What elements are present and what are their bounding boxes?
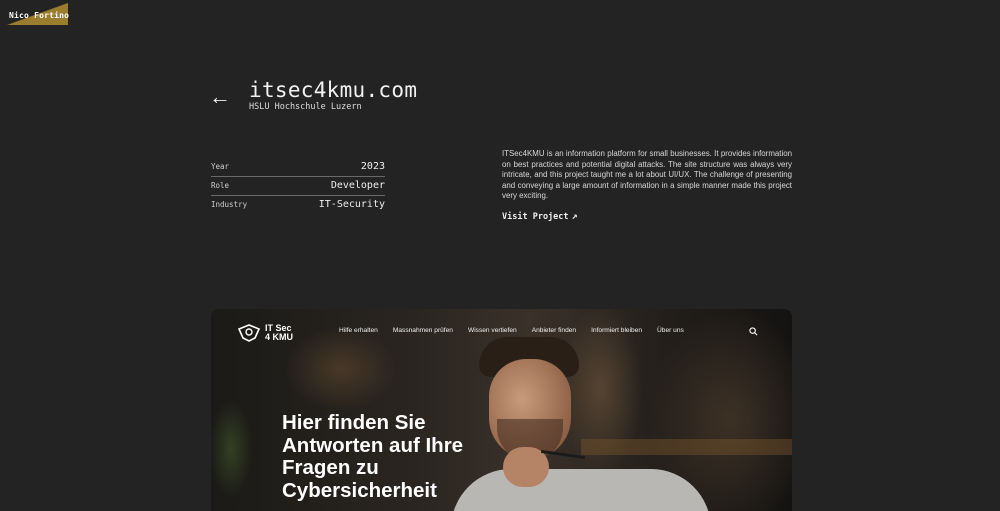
search-icon: [749, 327, 758, 336]
site-logo[interactable]: Nico Fortino: [7, 3, 70, 25]
preview-nav-item: Massnahmen prüfen: [392, 327, 453, 334]
preview-nav-item: Über uns: [657, 327, 684, 334]
meta-value: 2023: [360, 161, 385, 172]
meta-row-industry: Industry IT-Security: [211, 196, 385, 215]
project-meta: Year 2023 Role Developer Industry IT-Sec…: [211, 158, 385, 215]
meta-value: IT-Security: [318, 199, 385, 210]
project-preview-image: IT Sec 4 KMU Hilfe erhalten Massnahmen p…: [211, 309, 792, 511]
preview-site-name-2: 4 KMU: [265, 332, 294, 342]
meta-label: Year: [211, 162, 230, 171]
preview-hero-heading: Hier finden Sie Antworten auf Ihre Frage…: [282, 411, 522, 502]
preview-nav: Hilfe erhalten Massnahmen prüfen Wissen …: [339, 327, 684, 334]
hero-line: Hier finden Sie: [282, 411, 426, 434]
project-description: ITSec4KMU is an information platform for…: [502, 149, 792, 201]
preview-site-logo: IT Sec 4 KMU: [237, 323, 293, 343]
shield-icon: [237, 324, 261, 342]
plant-decoration: [211, 349, 281, 511]
hero-line: Cybersicherheit: [282, 478, 437, 502]
arrow-up-right-icon: ↗: [571, 211, 578, 222]
preview-nav-item: Wissen vertiefen: [467, 327, 517, 334]
visit-project-link[interactable]: Visit Project ↗: [502, 211, 578, 222]
logo-text: Nico Fortino: [9, 11, 70, 20]
preview-nav-item: Anbieter finden: [531, 327, 577, 334]
preview-nav-item: Informiert bleiben: [591, 327, 643, 334]
project-subtitle: HSLU Hochschule Luzern: [249, 102, 362, 112]
back-arrow-icon[interactable]: ←: [209, 84, 231, 110]
meta-row-year: Year 2023: [211, 158, 385, 177]
project-title: itsec4kmu.com: [249, 78, 418, 102]
meta-label: Role: [211, 181, 230, 190]
meta-value: Developer: [330, 180, 385, 191]
meta-row-role: Role Developer: [211, 177, 385, 196]
visit-project-label: Visit Project: [502, 212, 569, 222]
hero-line: Antworten auf Ihre: [282, 433, 464, 457]
meta-label: Industry: [211, 200, 248, 209]
preview-nav-item: Hilfe erhalten: [339, 327, 378, 334]
hero-line: Fragen zu: [282, 456, 379, 479]
